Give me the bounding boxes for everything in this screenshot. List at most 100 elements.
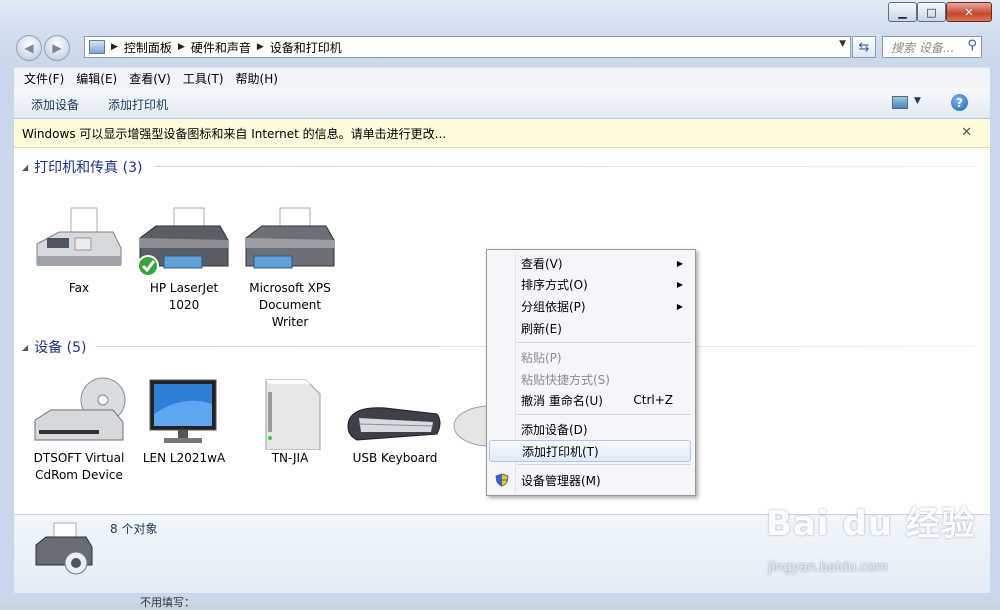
navigation-bar: ◀ ▶ ▶ 控制面板 ▶ 硬件和声音 ▶ 设备和打印机 ▼ ⇆ 搜索 设备...… bbox=[0, 32, 1000, 61]
group-title-printers: 打印机和传真 (3) bbox=[34, 160, 143, 176]
close-icon: ✕ bbox=[964, 5, 974, 19]
device-fax[interactable]: Fax bbox=[29, 204, 129, 297]
device-dtsoft-cdrom[interactable]: DTSOFT Virtual CdRom Device bbox=[29, 374, 129, 484]
menu-item-sort[interactable]: 排序方式(O) ▶ bbox=[489, 274, 691, 294]
group-header-devices[interactable]: ◢ 设备 (5) bbox=[22, 337, 86, 357]
device-label: Writer bbox=[271, 315, 309, 329]
device-microsoft-xps[interactable]: Microsoft XPS Document Writer bbox=[240, 204, 340, 331]
maximize-button[interactable]: □ bbox=[917, 2, 946, 22]
menu-item-label: 添加打印机(T) bbox=[522, 444, 599, 459]
device-label: Microsoft XPS bbox=[249, 281, 331, 295]
monitor-icon bbox=[134, 374, 234, 450]
breadcrumb-control-panel[interactable]: 控制面板 bbox=[124, 39, 172, 56]
control-panel-icon bbox=[89, 40, 105, 54]
collapse-triangle-icon[interactable]: ◢ bbox=[22, 343, 28, 352]
keyboard-icon bbox=[345, 374, 445, 450]
printer-icon bbox=[134, 204, 234, 280]
breadcrumb-chevron-icon[interactable]: ▶ bbox=[111, 42, 118, 52]
menu-help[interactable]: 帮助(H) bbox=[236, 70, 278, 87]
device-label: HP LaserJet bbox=[149, 281, 219, 295]
submenu-arrow-icon: ▶ bbox=[676, 258, 683, 268]
search-input[interactable]: 搜索 设备... ⚲ bbox=[882, 36, 982, 58]
fax-icon bbox=[29, 204, 129, 280]
menu-view[interactable]: 查看(V) bbox=[129, 70, 171, 87]
group-header-printers[interactable]: ◢ 打印机和传真 (3) bbox=[22, 157, 142, 177]
menu-separator bbox=[517, 464, 691, 465]
minimize-button[interactable]: ▁ bbox=[888, 2, 917, 22]
cdrom-drive-icon bbox=[29, 374, 129, 450]
breadcrumb-chevron-icon[interactable]: ▶ bbox=[178, 42, 185, 52]
menu-item-add-device[interactable]: 添加设备(D) bbox=[489, 419, 691, 439]
device-hp-laserjet[interactable]: HP LaserJet 1020 bbox=[134, 204, 234, 314]
device-len-monitor[interactable]: LEN L2021wA bbox=[134, 374, 234, 467]
menu-item-label: 添加设备(D) bbox=[521, 422, 588, 437]
search-placeholder: 搜索 设备... bbox=[891, 40, 955, 55]
device-label: 1020 bbox=[168, 298, 200, 312]
menu-separator bbox=[517, 414, 691, 415]
menu-item-label: 分组依据(P) bbox=[521, 299, 586, 314]
menu-item-label: 粘贴快捷方式(S) bbox=[521, 372, 610, 387]
menu-item-label: 查看(V) bbox=[521, 256, 563, 271]
menu-item-paste[interactable]: 粘贴(P) bbox=[489, 347, 691, 367]
back-button[interactable]: ◀ bbox=[16, 35, 42, 61]
context-menu: 查看(V) ▶ 排序方式(O) ▶ 分组依据(P) ▶ 刷新(E) 粘贴(P) … bbox=[486, 249, 696, 496]
back-arrow-icon: ◀ bbox=[24, 41, 34, 55]
breadcrumb-chevron-icon[interactable]: ▶ bbox=[257, 42, 264, 52]
close-button[interactable]: ✕ bbox=[946, 2, 992, 22]
device-label: DTSOFT Virtual bbox=[33, 451, 125, 465]
help-icon[interactable]: ? bbox=[951, 94, 968, 111]
device-tn-jia[interactable]: TN-JIA bbox=[240, 374, 340, 467]
device-label: CdRom Device bbox=[35, 468, 123, 482]
submenu-arrow-icon: ▶ bbox=[676, 301, 683, 311]
object-count: 8 个对象 bbox=[110, 522, 158, 536]
details-printer-icon bbox=[32, 521, 96, 580]
info-bar[interactable]: Windows 可以显示增强型设备图标和来自 Internet 的信息。请单击进… bbox=[14, 119, 990, 148]
device-usb-keyboard[interactable]: USB Keyboard bbox=[345, 374, 445, 467]
menu-item-paste-shortcut[interactable]: 粘贴快捷方式(S) bbox=[489, 369, 691, 389]
menu-item-view[interactable]: 查看(V) ▶ bbox=[489, 253, 691, 273]
menu-file[interactable]: 文件(F) bbox=[24, 70, 64, 87]
add-printer-command[interactable]: 添加打印机 bbox=[108, 96, 168, 113]
menu-bar: 文件(F) 编辑(E) 查看(V) 工具(T) 帮助(H) bbox=[14, 67, 990, 88]
window-controls: ▁ □ ✕ bbox=[888, 2, 992, 22]
view-dropdown-icon[interactable]: ▼ bbox=[914, 96, 921, 106]
search-icon[interactable]: ⚲ bbox=[967, 38, 977, 53]
menu-item-label: 粘贴(P) bbox=[521, 350, 562, 365]
menu-item-refresh[interactable]: 刷新(E) bbox=[489, 318, 691, 338]
forward-button[interactable]: ▶ bbox=[44, 35, 70, 61]
info-bar-close-icon[interactable]: ✕ bbox=[961, 125, 972, 140]
device-label: TN-JIA bbox=[271, 451, 309, 465]
menu-item-label: 撤消 重命名(U) bbox=[521, 393, 603, 408]
refresh-icon: ⇆ bbox=[858, 39, 870, 55]
maximize-icon: □ bbox=[926, 5, 937, 19]
menu-separator bbox=[517, 342, 691, 343]
menu-item-device-manager[interactable]: 设备管理器(M) bbox=[489, 470, 691, 490]
menu-item-add-printer[interactable]: 添加打印机(T) bbox=[489, 440, 691, 462]
change-view-icon[interactable] bbox=[892, 96, 908, 109]
computer-tower-icon bbox=[240, 374, 340, 451]
menu-item-undo-rename[interactable]: 撤消 重命名(U) Ctrl+Z bbox=[489, 390, 691, 410]
command-bar: 添加设备 添加打印机 ▼ ? bbox=[14, 88, 990, 119]
minimize-icon: ▁ bbox=[898, 5, 907, 19]
address-dropdown-icon[interactable]: ▼ bbox=[839, 39, 846, 49]
menu-item-group-by[interactable]: 分组依据(P) ▶ bbox=[489, 296, 691, 316]
baidu-watermark: Bai du 经验 jingyan.baidu.com bbox=[766, 496, 976, 575]
device-label: LEN L2021wA bbox=[142, 451, 226, 465]
collapse-triangle-icon[interactable]: ◢ bbox=[22, 163, 28, 172]
add-device-command[interactable]: 添加设备 bbox=[31, 96, 79, 113]
address-bar[interactable]: ▶ 控制面板 ▶ 硬件和声音 ▶ 设备和打印机 ▼ bbox=[84, 36, 851, 58]
background-text: 不用填写： bbox=[140, 596, 195, 609]
menu-edit[interactable]: 编辑(E) bbox=[76, 70, 117, 87]
menu-tools[interactable]: 工具(T) bbox=[183, 70, 224, 87]
group-title-devices: 设备 (5) bbox=[34, 340, 87, 356]
device-label: Fax bbox=[68, 281, 90, 295]
group-divider bbox=[154, 166, 974, 167]
info-bar-text[interactable]: Windows 可以显示增强型设备图标和来自 Internet 的信息。请单击进… bbox=[22, 125, 446, 142]
device-label: Document bbox=[258, 298, 322, 312]
breadcrumb-devices-printers[interactable]: 设备和打印机 bbox=[270, 39, 342, 56]
printer-icon bbox=[240, 204, 340, 280]
breadcrumb-hardware-sound[interactable]: 硬件和声音 bbox=[191, 39, 251, 56]
menu-item-shortcut: Ctrl+Z bbox=[633, 393, 673, 407]
refresh-button[interactable]: ⇆ bbox=[852, 36, 876, 58]
watermark-logo: Bai du 经验 bbox=[766, 504, 976, 544]
